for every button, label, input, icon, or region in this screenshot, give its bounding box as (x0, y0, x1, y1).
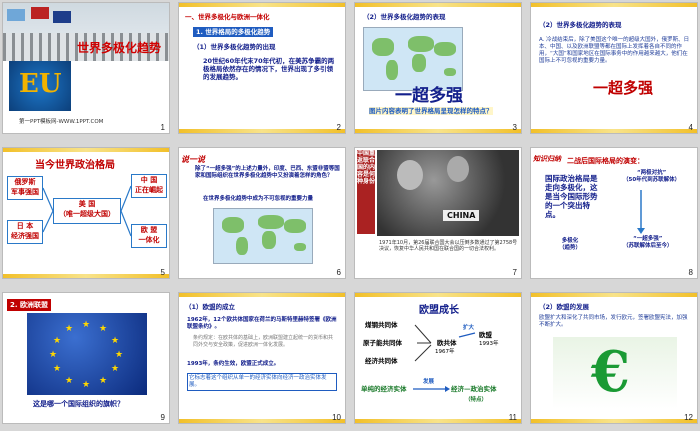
economic-entity: 单纯的经济实体 (361, 385, 407, 393)
slide-number: 10 (332, 413, 341, 422)
body-text: 除了“一超多强”的上述力量外，印度、巴西、东盟非盟等国家和国际组织在世界多极化趋… (195, 166, 340, 179)
slide-number: 11 (508, 413, 517, 422)
euro-sign-icon: € (591, 339, 630, 405)
un-photo: CHINA (377, 150, 519, 236)
slide-6[interactable]: 说一说 除了“一超多强”的上述力量外，印度、巴西、东盟非盟等国家和国际组织在世界… (178, 147, 346, 279)
slide-1[interactable]: 世界多极化趋势 EU 第一PPT模板网-WWW.1PPT.COM 1 (2, 2, 170, 134)
slide-number: 9 (160, 413, 165, 422)
slide-12[interactable]: （2）欧盟的发展 欧盟扩大和深化了共同市场，发行欧元，签署欧盟宪法，加强不断扩大… (530, 292, 698, 424)
slide-number: 8 (688, 268, 693, 277)
slide-number: 1 (160, 123, 165, 132)
side-caption: 中国重返联合国的内容是何种身份 (357, 150, 375, 234)
paragraph-3: 1993年，条约生效，欧盟正式成立。 (187, 361, 280, 367)
feature-label: （特点） (465, 397, 488, 403)
bottom-bar (531, 419, 697, 423)
slide-11[interactable]: 欧盟成长 煤钢共同体 原子能共同体 经济共同体 欧共体 1967年 扩大 欧盟 … (354, 292, 522, 424)
slide-title: 世界多极化趋势 (77, 41, 162, 55)
slide-2[interactable]: 一、世界多极化与欧洲一体化 1. 世界格局的多极化趋势 （1）世界多极化趋势的出… (178, 2, 346, 134)
slide-8[interactable]: 知识归纳 二战后国际格局的演变： 国际政治格局是走向多极化，这是当今国际形势的一… (530, 147, 698, 279)
top-bar (531, 3, 697, 7)
body-text: A. 冷战结束后，除了美国这个唯一的超级大国外，俄罗斯、日本、中国、以及欧洲联盟… (539, 37, 690, 64)
bottom-bar (179, 129, 345, 133)
big-slogan: 一超多强 (593, 79, 654, 97)
eu-globe-image: EU (9, 61, 71, 111)
point-heading: （1）世界多极化趋势的出现 (193, 43, 276, 51)
top-bar (531, 293, 697, 297)
slide-10[interactable]: （1）欧盟的成立 1962年，12个欧共体国家在荷兰的马斯特里赫特签署《欧洲联盟… (178, 292, 346, 424)
flow-arrows (413, 324, 476, 392)
euro-image: € (553, 337, 677, 409)
arrows (637, 190, 645, 234)
top-bar (355, 3, 521, 7)
bottom-bar (179, 419, 345, 423)
top-bar (179, 3, 345, 7)
slide-3[interactable]: （2）世界多极化趋势的表现 一超多强 图片内容表明了世界格局呈现怎样的特点？ 3 (354, 2, 522, 134)
answer-text: 在世界多极化趋势中成为不可忽视的重要力量 (203, 196, 314, 202)
slide-number: 12 (684, 413, 693, 422)
slide-heading: （1）欧盟的成立 (185, 303, 236, 311)
body-text: 20世纪60年代末70年代初，在美苏争霸的两极格局依然存在的情况下，世界出现了多… (203, 57, 335, 81)
bottom-bar (355, 419, 521, 423)
slide-number: 2 (336, 123, 341, 132)
tag-label: 说一说 (181, 155, 205, 164)
slide-heading: （2）世界多极化趋势的表现 (539, 21, 622, 29)
photo-caption: 1971年10月，第26届联合国大会以压倒多数通过了第2758号决议，恢复中华人… (379, 240, 518, 252)
paragraph-1: 1962年，12个欧共体国家在荷兰的马斯特里赫特签署《欧洲联盟条约》。 (187, 317, 337, 330)
question-text: 图片内容表明了世界格局呈现怎样的特点？ (369, 107, 493, 115)
slide-number: 4 (688, 123, 693, 132)
bottom-bar (531, 129, 697, 133)
question-text: 这是哪一个国际组织的旗帜？ (33, 400, 124, 408)
develop-label: 发展 (423, 379, 435, 385)
world-map (213, 208, 313, 264)
footer-text: 第一PPT模板网-WWW.1PPT.COM (19, 119, 104, 125)
paragraph-2: 条约规定：在欧共体的基础上，欧洲联盟建立起统一的货币和共同外交与安全政策，促进欧… (193, 335, 334, 348)
top-bar (179, 293, 345, 297)
china-placard: CHINA (443, 210, 480, 221)
eu-letters: EU (19, 69, 62, 99)
body-text: 欧盟扩大和深化了共同市场，发行欧元，签署欧盟宪法，加强不断扩大。 (539, 315, 688, 328)
slide-heading: （2）欧盟的发展 (539, 303, 590, 311)
note-box: 它标志着这个组织从单一的经济实体向经济一政治实体发展。 (187, 373, 337, 391)
slide-7[interactable]: 中国重返联合国的内容是何种身份 CHINA 1971年10月，第26届联合国大会… (354, 147, 522, 279)
eu-flag: ★ ★ ★ ★ ★ ★ ★ ★ ★ ★ ★ ★ (27, 313, 147, 395)
bottom-bar (3, 274, 169, 278)
slide-5[interactable]: 当今世界政治格局 俄罗斯 军事强国 日 本经济强国 美 国（唯一超级大国） 中 国… (2, 147, 170, 279)
section-heading: 一、世界多极化与欧洲一体化 (185, 13, 270, 21)
slide-heading: （2）世界多极化趋势的表现 (363, 13, 446, 21)
subsection-heading: 1. 世界格局的多极化趋势 (193, 27, 274, 37)
slide-heading: 2. 欧洲联盟 (7, 299, 51, 311)
slide-4[interactable]: （2）世界多极化趋势的表现 A. 冷战结束后，除了美国这个唯一的超级大国外，俄罗… (530, 2, 698, 134)
slide-9[interactable]: 2. 欧洲联盟 ★ ★ ★ ★ ★ ★ ★ ★ ★ ★ ★ ★ 这是哪一个国际组织的旗帜？ … (2, 292, 170, 424)
connector-lines (42, 185, 132, 237)
slide-number: 5 (160, 268, 165, 277)
slide-number: 6 (336, 268, 341, 277)
slide-number: 3 (512, 123, 517, 132)
big-slogan: 一超多强 (395, 86, 463, 106)
bottom-bar (355, 129, 521, 133)
political-entity: 经济—政治实体 (451, 385, 497, 393)
slide-number: 7 (512, 268, 517, 277)
